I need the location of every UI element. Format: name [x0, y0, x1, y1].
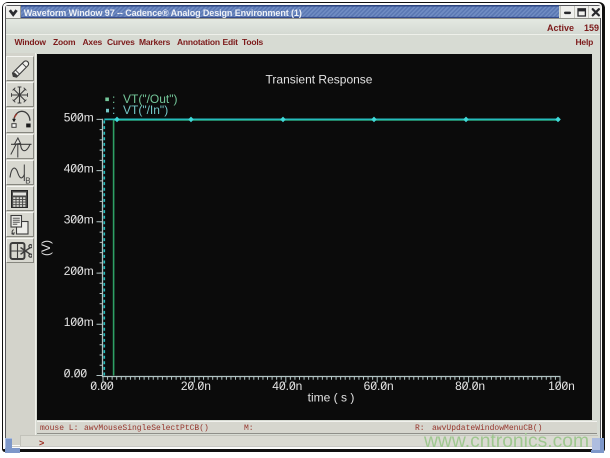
svg-text:Transient Response: Transient Response	[266, 73, 373, 87]
svg-text:500m: 500m	[64, 110, 94, 124]
svg-text:20.0n: 20.0n	[181, 379, 211, 393]
svg-text:80.0n: 80.0n	[455, 379, 485, 393]
svg-text:60.0n: 60.0n	[364, 379, 394, 393]
svg-text:100n: 100n	[548, 379, 575, 393]
svg-text:40.0n: 40.0n	[272, 379, 302, 393]
svg-text:VT("/In"): VT("/In")	[123, 103, 168, 117]
svg-text:200m: 200m	[64, 264, 94, 278]
svg-text:100m: 100m	[64, 315, 94, 329]
svg-text:time ( s ): time ( s )	[308, 391, 355, 405]
svg-text:300m: 300m	[64, 213, 94, 227]
svg-text:400m: 400m	[64, 162, 94, 176]
svg-text:(V): (V)	[39, 240, 53, 256]
svg-text::: :	[112, 103, 115, 117]
